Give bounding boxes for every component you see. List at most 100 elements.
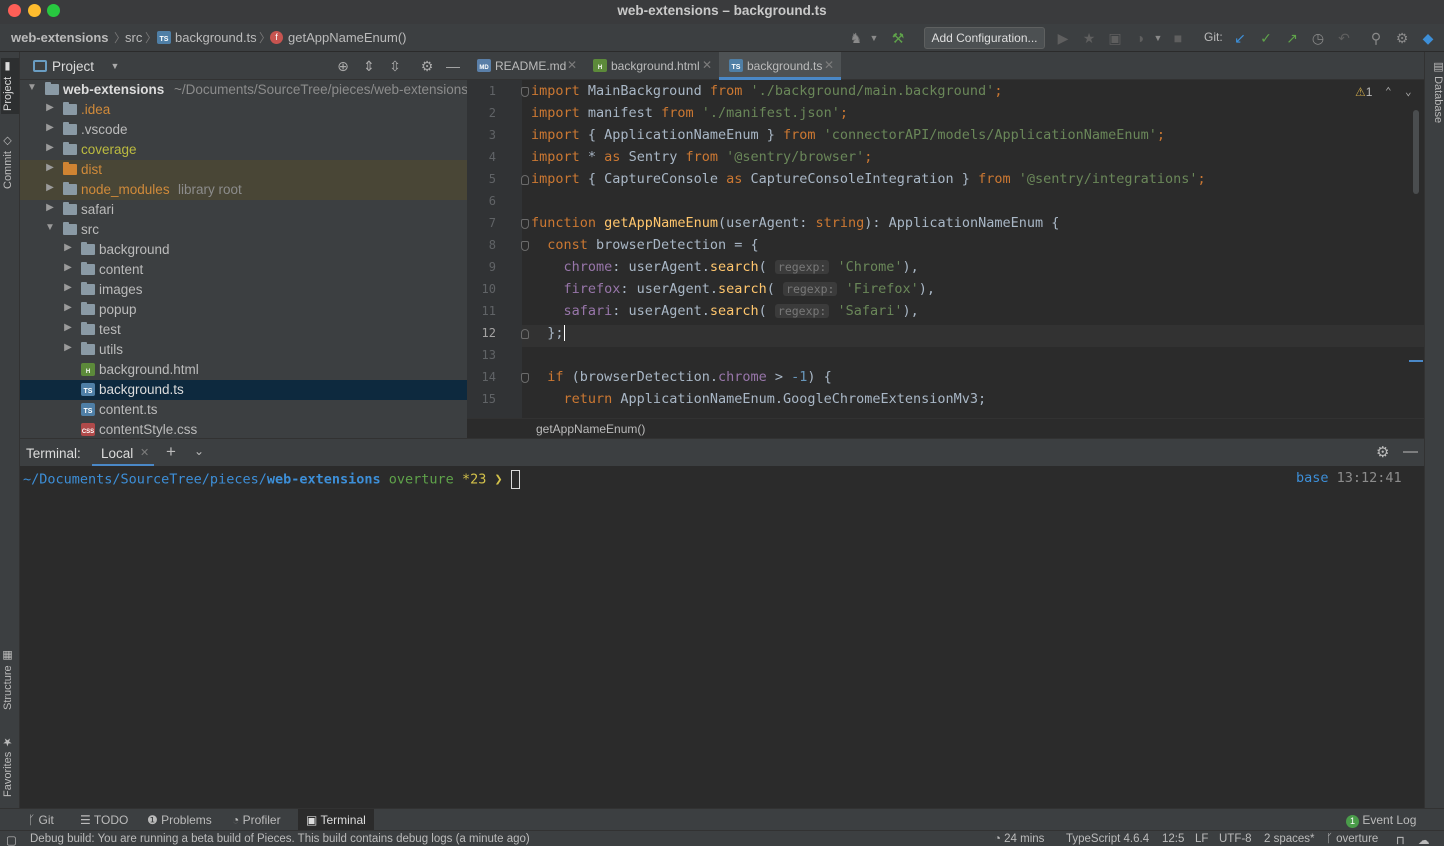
close-icon[interactable]: ✕ [140,446,149,459]
git-commit-icon[interactable]: ✓ [1256,28,1276,48]
fold-marker-icon[interactable] [521,175,529,185]
code-line[interactable]: safari: userAgent.search( regexp: 'Safar… [531,303,919,319]
chevron-up-icon[interactable]: ⌃ [1385,85,1392,98]
code-line[interactable]: const browserDetection = { [531,237,758,253]
tree-row[interactable]: ▶ .vscode [20,120,467,140]
chevron-right-icon[interactable]: ▶ [45,162,55,173]
hide-panel-icon[interactable]: — [1403,443,1418,460]
fold-marker-icon[interactable] [521,329,529,339]
chevron-down-icon[interactable]: ⌄ [1405,85,1412,98]
close-icon[interactable]: ✕ [824,58,834,72]
tree-row[interactable]: TS content.ts [20,400,467,420]
terminal-output[interactable]: ~/Documents/SourceTree/pieces/web-extens… [20,466,1424,808]
tree-row-root[interactable]: ▼ web-extensions ~/Documents/SourceTree/… [20,80,467,100]
code-line[interactable]: import manifest from './manifest.json'; [531,105,848,121]
pieces-logo-icon[interactable]: ◆ [1418,28,1438,48]
tree-row[interactable]: ▶ background [20,240,467,260]
structure-tool-tab[interactable]: Structure ▦ [1,646,19,714]
tab-background-html[interactable]: H background.html ✕ [583,52,719,80]
chevron-right-icon[interactable]: ▶ [45,182,55,193]
tab-background-ts[interactable]: TS background.ts ✕ [719,52,841,80]
breadcrumb-src[interactable]: src [125,30,142,45]
code-line[interactable]: return ApplicationNameEnum.GoogleChromeE… [531,391,987,407]
fold-marker-icon[interactable] [521,219,529,229]
close-icon[interactable]: ✕ [702,58,712,72]
caret-position[interactable]: 12:5 [1162,833,1184,845]
todo-tool-button[interactable]: ☰ TODO [80,813,128,827]
tree-row[interactable]: ▶ coverage [20,140,467,160]
profile-icon[interactable]: ◑ [1130,28,1150,48]
tree-row-selected[interactable]: TS background.ts [20,380,467,400]
vertical-scrollbar[interactable] [1413,110,1419,194]
code-line[interactable]: firefox: userAgent.search( regexp: 'Fire… [531,281,936,297]
code-line[interactable]: import { CaptureConsole as CaptureConsol… [531,171,1206,187]
terminal-tab-local[interactable]: Local ✕ [92,439,154,467]
chevron-right-icon[interactable]: ▶ [63,342,73,353]
commit-tool-tab[interactable]: Commit ◇ [1,132,19,192]
git-branch-widget[interactable]: ᚴ overture [1326,833,1378,845]
collapse-all-icon[interactable]: ⇳ [386,57,404,75]
gear-icon[interactable]: ⚙ [1376,443,1389,461]
notifications-icon[interactable]: ☁ [1418,833,1430,846]
code-line[interactable]: if (browserDetection.chrome > -1) { [531,369,832,385]
tree-row[interactable]: ▶ node_modules library root [20,180,467,200]
tree-row[interactable]: ▶ content [20,260,467,280]
coverage-icon[interactable]: ▣ [1105,28,1125,48]
layout-icon[interactable]: ▢ [6,833,17,846]
tree-row[interactable]: ▶ .idea [20,100,467,120]
search-icon[interactable]: ⚲ [1366,28,1386,48]
stop-icon[interactable]: ■ [1168,28,1188,48]
code-line[interactable]: import MainBackground from './background… [531,83,1002,99]
lock-icon[interactable]: ⊓ [1396,833,1405,846]
fold-marker-icon[interactable] [521,87,529,97]
tree-row[interactable]: ▶ popup [20,300,467,320]
code-line[interactable]: import * as Sentry from '@sentry/browser… [531,149,872,165]
chevron-right-icon[interactable]: ▶ [63,242,73,253]
chevron-right-icon[interactable]: ▶ [45,122,55,133]
chevron-right-icon[interactable]: ▶ [45,202,55,213]
git-update-icon[interactable]: ↙ [1230,28,1250,48]
problems-tool-button[interactable]: ❶ Problems [147,813,212,827]
code-line-current[interactable]: }; [522,325,1424,347]
chevron-down-icon[interactable]: ▼ [1148,28,1168,48]
profiler-tool-button[interactable]: ◔ Profiler [232,813,281,827]
build-hammer-icon[interactable]: ⚒ [888,28,908,48]
git-push-icon[interactable]: ↗ [1282,28,1302,48]
add-configuration-button[interactable]: Add Configuration... [924,27,1045,49]
warning-indicator[interactable]: ⚠1 [1355,85,1372,99]
editor-breadcrumb-function[interactable]: getAppNameEnum() [536,422,645,436]
fold-marker-icon[interactable] [521,241,529,251]
code-line[interactable]: function getAppNameEnum(userAgent: strin… [531,215,1059,231]
chevron-right-icon[interactable]: ▶ [63,302,73,313]
language-version[interactable]: TypeScript 4.6.4 [1066,833,1149,845]
chevron-down-icon[interactable]: ▼ [27,82,37,93]
tree-row[interactable]: ▼ src [20,220,467,240]
hide-panel-icon[interactable]: — [444,57,462,75]
indent-setting[interactable]: 2 spaces* [1264,833,1315,845]
terminal-tool-button[interactable]: ▣ Terminal [298,809,374,831]
chevron-right-icon[interactable]: ▶ [63,282,73,293]
tab-readme[interactable]: MD README.md ✕ [467,52,583,80]
tree-row[interactable]: ▶ safari [20,200,467,220]
project-panel-title[interactable]: Project [52,59,94,74]
history-icon[interactable]: ◷ [1308,28,1328,48]
chevron-down-icon[interactable]: ▼ [864,28,884,48]
breadcrumb-file[interactable]: background.ts [175,30,257,45]
database-tool-tab[interactable]: ▤ Database [1427,60,1444,130]
git-tool-button[interactable]: ᚴ Git [28,813,54,827]
tree-row[interactable]: H background.html [20,360,467,380]
favorites-tool-tab[interactable]: Favorites ★ [1,732,19,800]
rollback-icon[interactable]: ↶ [1334,28,1354,48]
chevron-down-icon[interactable]: ▼ [45,222,55,233]
breadcrumb-project[interactable]: web-extensions [11,30,109,45]
chevron-down-icon[interactable]: ▼ [106,57,124,75]
breadcrumb-function[interactable]: getAppNameEnum() [288,30,407,45]
expand-all-icon[interactable]: ⇕ [360,57,378,75]
code-editor[interactable]: 1 2 3 4 5 6 7 8 9 10 11 12 13 14 15 impo… [467,80,1424,418]
tree-row[interactable]: ▶ dist [20,160,467,180]
tree-row[interactable]: ▶ utils [20,340,467,360]
project-tool-tab[interactable]: Project ▮ [1,58,19,114]
chevron-right-icon[interactable]: ▶ [63,322,73,333]
file-encoding[interactable]: UTF-8 [1219,833,1252,845]
debug-icon[interactable]: ★ [1079,28,1099,48]
